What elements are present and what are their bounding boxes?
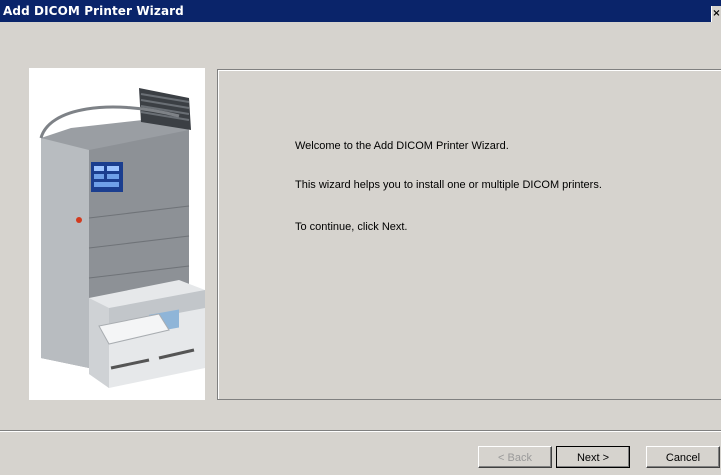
welcome-description: This wizard helps you to install one or …: [295, 179, 602, 191]
next-button[interactable]: Next >: [556, 446, 630, 468]
dicom-printer-illustration-icon: [39, 88, 205, 388]
back-button[interactable]: < Back: [478, 446, 552, 468]
title-bar: Add DICOM Printer Wizard ×: [0, 0, 721, 22]
welcome-heading: Welcome to the Add DICOM Printer Wizard.: [295, 140, 509, 152]
window-title: Add DICOM Printer Wizard: [3, 4, 184, 18]
close-icon[interactable]: ×: [711, 6, 721, 22]
button-divider: [0, 430, 721, 432]
welcome-instruction: To continue, click Next.: [295, 221, 408, 233]
welcome-panel: Welcome to the Add DICOM Printer Wizard.…: [217, 69, 721, 400]
wizard-body: Welcome to the Add DICOM Printer Wizard.…: [0, 22, 721, 475]
printer-image: [29, 68, 205, 400]
cancel-button[interactable]: Cancel: [646, 446, 720, 468]
